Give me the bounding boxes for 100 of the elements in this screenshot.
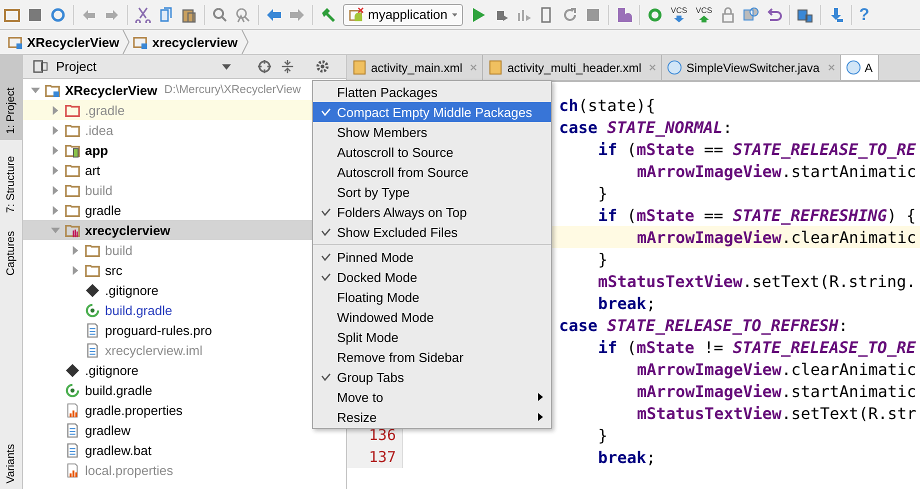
editor-tab[interactable]: SimpleViewSwitcher.java bbox=[662, 55, 841, 80]
tree-item[interactable]: .gitignore bbox=[23, 280, 312, 300]
collapse-all-icon[interactable] bbox=[280, 59, 296, 74]
project-folder-icon bbox=[45, 82, 60, 98]
menu-item[interactable]: Show Excluded Files bbox=[313, 222, 551, 242]
folder-icon bbox=[85, 242, 100, 258]
tree-item[interactable]: gradle.properties bbox=[23, 400, 312, 420]
dropdown-caret-icon[interactable] bbox=[222, 64, 232, 70]
tree-item[interactable]: gradle bbox=[23, 200, 312, 220]
replace-icon[interactable] bbox=[235, 6, 251, 22]
module-folder-icon bbox=[65, 142, 80, 158]
menu-item[interactable]: Flatten Packages bbox=[313, 82, 551, 102]
close-icon[interactable] bbox=[828, 64, 835, 71]
expand-arrow-icon[interactable] bbox=[51, 106, 60, 114]
cut-icon[interactable] bbox=[135, 6, 151, 22]
panel-title[interactable]: Project bbox=[56, 59, 96, 74]
git-file-icon bbox=[85, 282, 100, 298]
tree-item-name: .idea bbox=[85, 122, 114, 138]
hammer-icon[interactable] bbox=[320, 6, 336, 22]
tree-item-name: build bbox=[105, 242, 132, 258]
menu-item[interactable]: Docked Mode bbox=[313, 267, 551, 287]
tree-item[interactable]: app bbox=[23, 140, 312, 160]
folder-icon bbox=[65, 202, 80, 218]
back-arrow-icon[interactable] bbox=[266, 6, 282, 22]
expand-arrow-icon[interactable] bbox=[71, 246, 80, 254]
side-tab[interactable]: Captures bbox=[0, 224, 22, 282]
target-icon[interactable] bbox=[257, 59, 272, 74]
close-icon[interactable] bbox=[470, 64, 478, 71]
menu-item[interactable]: Move to bbox=[313, 387, 551, 407]
run-icon[interactable] bbox=[470, 6, 486, 22]
tree-item-name: local.properties bbox=[85, 462, 174, 478]
tree-item[interactable]: src bbox=[23, 260, 312, 280]
text-file-icon bbox=[65, 442, 80, 458]
menu-item[interactable]: Compact Empty Middle Packages bbox=[313, 102, 551, 122]
tree-item[interactable]: build.gradle bbox=[23, 300, 312, 320]
menu-item[interactable]: Folders Always on Top bbox=[313, 202, 551, 222]
expand-arrow-icon[interactable] bbox=[51, 206, 60, 214]
paste-icon[interactable] bbox=[181, 6, 197, 22]
tree-item-name: proguard-rules.pro bbox=[105, 322, 212, 338]
tree-item-name: xrecyclerview.iml bbox=[105, 342, 203, 358]
tree-item-name: .gitignore bbox=[85, 362, 138, 378]
side-tab[interactable]: Variants bbox=[0, 438, 22, 489]
expand-arrow-icon[interactable] bbox=[51, 166, 60, 174]
breadcrumb-item[interactable]: XRecyclerView bbox=[8, 34, 120, 50]
tree-item[interactable]: build.gradle bbox=[23, 380, 312, 400]
vcs-update-button[interactable]: VCS bbox=[670, 6, 688, 23]
expand-arrow-icon[interactable] bbox=[31, 86, 40, 94]
tree-item-name: build bbox=[85, 182, 112, 198]
run-configuration-dropdown[interactable]: myapplication bbox=[343, 4, 463, 26]
lock-icon[interactable] bbox=[720, 6, 736, 22]
forward-arrow-icon[interactable] bbox=[289, 6, 305, 22]
vcs-commit-button[interactable]: VCS bbox=[695, 6, 713, 23]
tree-item[interactable]: xrecyclerview bbox=[23, 220, 312, 240]
expand-arrow-icon[interactable] bbox=[51, 146, 60, 154]
tree-item[interactable]: proguard-rules.pro bbox=[23, 320, 312, 340]
tree-item[interactable]: art bbox=[23, 160, 312, 180]
history-icon[interactable] bbox=[743, 6, 759, 22]
tree-item[interactable]: gradlew.bat bbox=[23, 440, 312, 460]
menu-item[interactable]: Sort by Type bbox=[313, 182, 551, 202]
menu-item[interactable]: Split Mode bbox=[313, 327, 551, 347]
project-view-icon bbox=[33, 59, 48, 74]
tree-item-name: src bbox=[105, 262, 122, 278]
stop-icon[interactable] bbox=[585, 6, 601, 22]
menu-item[interactable]: Floating Mode bbox=[313, 287, 551, 307]
structure-icon[interactable] bbox=[797, 6, 813, 22]
side-tab[interactable]: 1: Project bbox=[0, 55, 22, 140]
gradle-file-icon bbox=[85, 302, 100, 318]
expand-arrow-icon[interactable] bbox=[71, 266, 80, 274]
menu-item[interactable]: Resize bbox=[313, 407, 551, 427]
code-line: mArrowImageView.clearAnimatic bbox=[637, 228, 916, 246]
copy-icon[interactable] bbox=[158, 6, 174, 22]
tree-item-name: art bbox=[85, 162, 100, 178]
rerun-icon[interactable] bbox=[562, 6, 578, 22]
menu-item[interactable]: Autoscroll to Source bbox=[313, 142, 551, 162]
tree-item[interactable]: gradlew bbox=[23, 420, 312, 440]
expand-arrow-icon[interactable] bbox=[51, 126, 60, 134]
menu-item[interactable]: Pinned Mode bbox=[313, 247, 551, 267]
open-folder-icon[interactable] bbox=[4, 6, 20, 22]
expand-arrow-icon[interactable] bbox=[51, 226, 60, 234]
expand-arrow-icon[interactable] bbox=[51, 186, 60, 194]
close-icon[interactable] bbox=[649, 64, 656, 71]
breadcrumb-item[interactable]: xrecyclerview bbox=[133, 34, 238, 50]
code-line: mStatusTextView.setText(R.string. bbox=[598, 272, 916, 290]
tree-item-name: gradle bbox=[85, 202, 122, 218]
menu-item[interactable]: Group Tabs bbox=[313, 367, 551, 387]
menu-item[interactable]: Remove from Sidebar bbox=[313, 347, 551, 367]
search-icon[interactable] bbox=[212, 6, 228, 22]
tree-item[interactable]: XRecyclerView D:\Mercury\XRecyclerView bbox=[23, 80, 312, 100]
menu-item[interactable]: Windowed Mode bbox=[313, 307, 551, 327]
revert-icon[interactable] bbox=[766, 6, 782, 22]
editor-tab[interactable]: A bbox=[840, 55, 879, 80]
code-line: } bbox=[598, 250, 608, 268]
settings-icon[interactable] bbox=[315, 59, 330, 74]
side-tab[interactable]: 7: Structure bbox=[0, 150, 22, 219]
folder-icon bbox=[65, 162, 80, 178]
tree-item[interactable]: .gitignore bbox=[23, 360, 312, 380]
tree-item-name: .gradle bbox=[85, 102, 125, 118]
git-file-icon bbox=[65, 362, 80, 378]
menu-item[interactable]: Autoscroll from Source bbox=[313, 162, 551, 182]
menu-item[interactable]: Show Members bbox=[313, 122, 551, 142]
